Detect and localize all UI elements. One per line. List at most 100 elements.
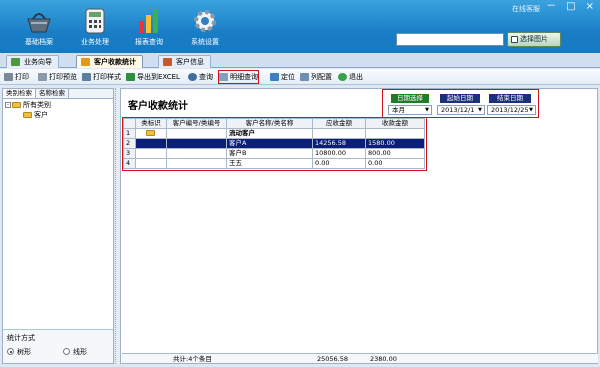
summary-bar: 共计:4个条目 25056.58 2380.00 <box>122 353 598 363</box>
radio-checked-icon <box>7 348 14 355</box>
nav-label: 基础档案 <box>25 38 53 46</box>
col-header[interactable]: 客户编号/类编号 <box>166 118 227 129</box>
tree-node-customer[interactable]: 客户 <box>5 110 111 120</box>
tab-label: 客户信息 <box>176 58 204 66</box>
radio-icon <box>63 348 70 355</box>
online-service-link[interactable]: 在线客服 <box>512 4 540 14</box>
select-image-button[interactable]: 选择图片 <box>507 32 561 47</box>
toolbar-label: 打印样式 <box>93 73 121 81</box>
detail-query-button[interactable]: 明细查询 <box>218 70 259 84</box>
page-title: 客户收款统计 <box>128 101 188 112</box>
select-value: 本月 <box>392 106 405 114</box>
table-row[interactable]: 2 客户A 14256.58 1580.00 <box>123 138 425 149</box>
start-date-picker[interactable]: 2013/12/1 ▼ <box>437 105 485 115</box>
data-grid: 类标识 客户编号/类编号 客户名称/类名称 应收金额 收款金额 1 流动客户 2… <box>122 117 427 171</box>
cell <box>166 148 227 159</box>
cell: 流动客户 <box>226 128 313 139</box>
search-input[interactable] <box>396 33 504 46</box>
nav-business[interactable]: 业务处理 <box>66 7 124 47</box>
category-panel: 类别检索 名称检索 - 所有类别 客户 统计方式 树形 线形 <box>2 88 114 364</box>
nav-label: 系统设置 <box>191 38 219 46</box>
end-date-label: 结束日期 <box>489 94 531 103</box>
row-count: 共计:4个条目 <box>173 355 212 363</box>
date-filter: 日期选择 起始日期 结束日期 本月 ▼ 2013/12/1 ▼ 2013/12/25… <box>382 89 539 118</box>
column-config-button[interactable]: 列配置 <box>300 71 332 83</box>
detail-icon <box>219 73 228 81</box>
chevron-down-icon: ▼ <box>478 107 482 113</box>
table-row[interactable]: 4 王五 0.00 0.00 <box>123 158 425 169</box>
cell: 客户A <box>226 138 313 149</box>
col-header[interactable]: 类标识 <box>135 118 167 129</box>
maximize-button[interactable]: □ <box>566 2 575 12</box>
columns-icon <box>300 73 309 81</box>
radio-label: 线形 <box>73 348 87 356</box>
calculator-icon <box>81 7 109 35</box>
cell <box>312 128 366 139</box>
cell: 800.00 <box>365 148 425 159</box>
bar-chart-icon <box>135 7 163 35</box>
export-excel-button[interactable]: 导出到EXCEL <box>126 71 180 83</box>
toolbar-label: 退出 <box>349 73 363 81</box>
wizard-icon <box>11 58 20 66</box>
col-header[interactable]: 应收金额 <box>312 118 366 129</box>
cell: 0.00 <box>312 158 366 169</box>
preview-icon <box>38 73 47 81</box>
tab-name-search[interactable]: 名称检索 <box>36 89 69 98</box>
tree-label: 客户 <box>34 111 48 119</box>
cell: 王五 <box>226 158 313 169</box>
end-date-picker[interactable]: 2013/12/25 ▼ <box>487 105 536 115</box>
select-value: 2013/12/1 <box>441 106 475 114</box>
app-header: 在线客服 － □ × 基础档案 业务处理 报表查询 系统设置 选择图片 <box>0 0 600 53</box>
nav-settings[interactable]: 系统设置 <box>176 7 234 47</box>
customer-icon <box>163 58 172 66</box>
toolbar-label: 打印 <box>15 73 29 81</box>
toolbar-label: 定位 <box>281 73 295 81</box>
start-date-label: 起始日期 <box>440 94 480 103</box>
folder-icon <box>23 112 32 118</box>
print-style-button[interactable]: 打印样式 <box>82 71 121 83</box>
locate-icon <box>270 73 279 81</box>
tab-customer-receipt-stats[interactable]: 客户收款统计 <box>76 55 143 68</box>
exit-button[interactable]: 退出 <box>338 71 363 83</box>
folder-icon <box>145 130 155 136</box>
cell <box>166 138 227 149</box>
print-preview-button[interactable]: 打印预览 <box>38 71 77 83</box>
stat-mode: 统计方式 树形 线形 <box>3 329 113 363</box>
col-header[interactable]: 收款金额 <box>365 118 425 129</box>
nav-basic-files[interactable]: 基础档案 <box>10 7 68 47</box>
category-marker-cell <box>135 128 167 139</box>
nav-reports[interactable]: 报表查询 <box>120 7 178 47</box>
style-icon <box>82 73 91 81</box>
image-icon <box>511 36 518 43</box>
nav-label: 业务处理 <box>81 38 109 46</box>
date-range-select[interactable]: 本月 ▼ <box>388 105 432 115</box>
row-number: 2 <box>123 138 136 149</box>
tab-customer-info[interactable]: 客户信息 <box>158 55 211 68</box>
locate-button[interactable]: 定位 <box>270 71 295 83</box>
tree-label: 所有类别 <box>23 101 51 109</box>
toolbar-label: 明细查询 <box>230 73 258 81</box>
total-due: 25056.58 <box>317 355 349 363</box>
table-row[interactable]: 3 客户B 10800.00 800.00 <box>123 148 425 159</box>
cell <box>166 128 227 139</box>
row-number: 4 <box>123 158 136 169</box>
close-button[interactable]: × <box>586 2 594 12</box>
col-header[interactable]: 客户名称/类名称 <box>226 118 313 129</box>
folder-icon <box>12 102 21 108</box>
row-number: 1 <box>123 128 136 139</box>
query-button[interactable]: 查询 <box>188 71 213 83</box>
col-header[interactable] <box>123 118 136 129</box>
table-row[interactable]: 1 流动客户 <box>123 128 425 139</box>
radio-tree[interactable]: 树形 <box>7 347 31 357</box>
tab-category-search[interactable]: 类别检索 <box>3 89 36 98</box>
print-button[interactable]: 打印 <box>4 71 29 83</box>
tree-node-all[interactable]: - 所有类别 <box>5 100 111 110</box>
nav-label: 报表查询 <box>135 38 163 46</box>
radio-linear[interactable]: 线形 <box>63 347 87 357</box>
collapse-icon[interactable]: - <box>5 102 11 108</box>
tab-label: 业务向导 <box>24 58 52 66</box>
cell <box>166 158 227 169</box>
tab-wizard[interactable]: 业务向导 <box>6 55 59 68</box>
minimize-button[interactable]: － <box>546 2 556 12</box>
excel-icon <box>126 73 135 81</box>
